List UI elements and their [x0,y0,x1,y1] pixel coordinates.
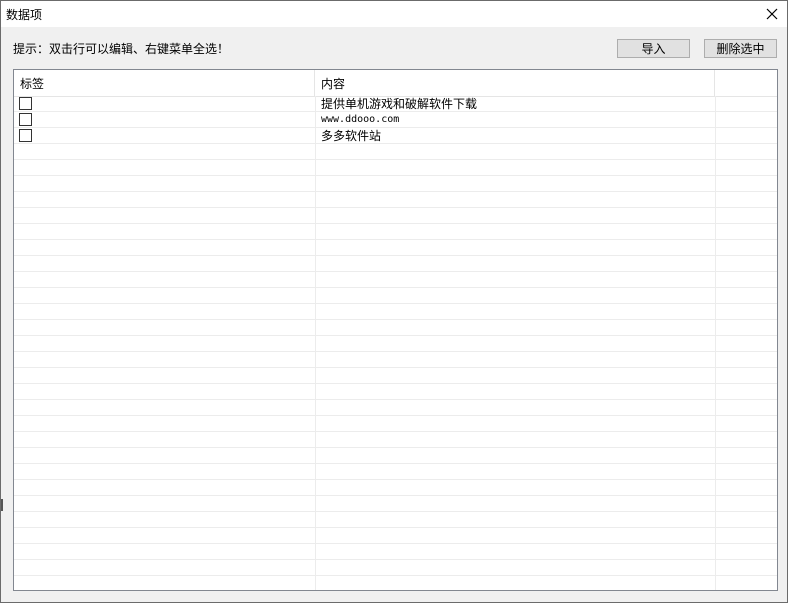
column-header-label[interactable]: 标签 [14,70,315,96]
import-button[interactable]: 导入 [617,39,690,58]
table-row[interactable]: www.ddooo.com [14,112,777,128]
row-content: 多多软件站 [321,129,382,143]
data-items-window: 数据项 提示：双击行可以编辑、右键菜单全选！ 导入 删除选中 标签 内容 提供单… [0,0,788,603]
column-header-empty[interactable] [715,70,777,96]
window-title: 数据项 [6,8,43,22]
data-list-view[interactable]: 标签 内容 提供单机游戏和破解软件下载 www.ddooo.com 多多软件站 [13,69,778,591]
title-bar[interactable]: 数据项 [1,1,787,27]
row-checkbox[interactable] [19,129,32,142]
list-body [14,96,777,590]
row-checkbox[interactable] [19,97,32,110]
delete-selected-button[interactable]: 删除选中 [704,39,777,58]
column-divider [315,96,316,590]
list-header: 标签 内容 [14,70,777,97]
hint-text: 提示：双击行可以编辑、右键菜单全选！ [13,42,230,56]
column-divider [715,96,716,590]
row-content: 提供单机游戏和破解软件下载 [321,97,478,111]
resize-grip[interactable] [1,499,3,511]
row-checkbox[interactable] [19,113,32,126]
column-header-content[interactable]: 内容 [315,70,715,96]
table-row[interactable]: 多多软件站 [14,128,777,144]
row-content: www.ddooo.com [321,114,400,125]
table-row[interactable]: 提供单机游戏和破解软件下载 [14,96,777,112]
close-icon [766,8,778,20]
close-button[interactable] [757,1,787,27]
